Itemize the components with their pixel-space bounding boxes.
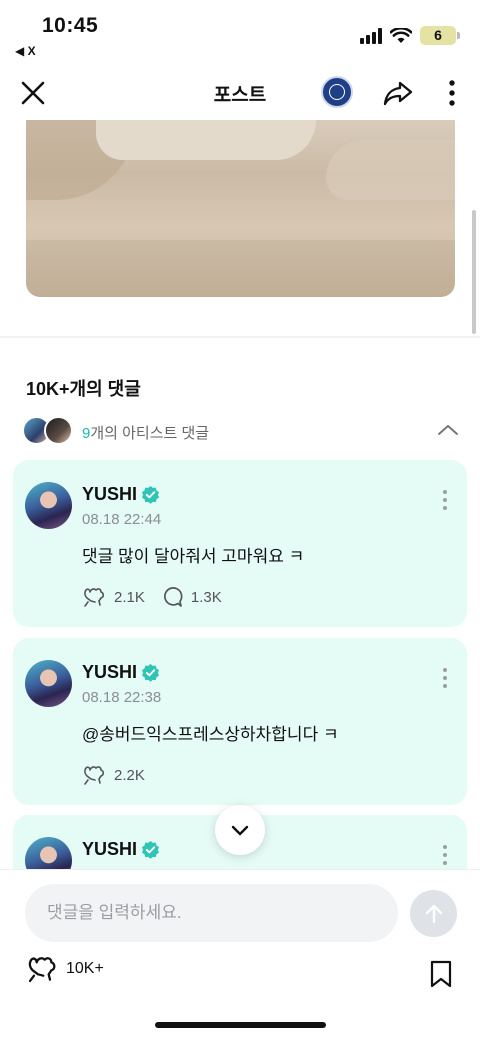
status-icons: 6 [360, 26, 460, 45]
comment-author-name: YUSHI [82, 484, 138, 504]
artist-avatars [22, 416, 76, 446]
verified-badge-icon [141, 840, 160, 859]
comment-date: 08.18 22:38 [82, 689, 162, 706]
cellular-signal-icon [360, 27, 382, 44]
reply-bubble-icon [163, 587, 183, 607]
home-indicator [155, 1022, 326, 1028]
status-time: 10:45 [42, 14, 99, 37]
scroll-down-button[interactable] [215, 805, 265, 855]
avatar[interactable] [25, 660, 72, 707]
comment-composer-bar: 10K+ [0, 869, 480, 1039]
reply-stat[interactable]: 1.3K [161, 586, 222, 608]
wifi-icon [390, 27, 412, 43]
artist-comments-label: 9개의 아티스트 댓글 [82, 422, 209, 443]
comment-author[interactable]: YUSHI [82, 662, 160, 683]
comment-stats: 2.1K 1.3K [82, 586, 222, 608]
comment-author-name: YUSHI [82, 662, 138, 682]
avatar[interactable] [25, 482, 72, 529]
reply-count: 1.3K [190, 588, 222, 606]
chevron-up-icon[interactable] [436, 418, 460, 442]
like-icon [28, 957, 56, 983]
verified-badge-icon [141, 485, 160, 504]
top-navigation: 포스트 [0, 66, 480, 120]
post-like-count: 10K+ [66, 960, 104, 977]
artist-comment-label-text: 개의 아티스트 댓글 [90, 425, 210, 442]
like-icon [84, 588, 105, 607]
comment-input[interactable] [25, 884, 398, 942]
chevron-down-icon [231, 825, 249, 836]
artist-comment-card[interactable]: YUSHI 08.18 22:44 댓글 많이 달아줘서 고마워요 ㅋ 2.1K… [13, 460, 467, 627]
send-button[interactable] [410, 890, 457, 937]
more-vertical-icon[interactable] [439, 843, 451, 867]
share-icon[interactable] [382, 78, 414, 108]
battery-indicator: 6 [420, 26, 460, 45]
post-like-button[interactable]: 10K+ [26, 954, 104, 984]
scrollbar[interactable] [472, 210, 476, 334]
comment-author[interactable]: YUSHI [82, 839, 160, 860]
like-count: 2.1K [114, 588, 145, 606]
comment-date: 08.18 22:44 [82, 511, 162, 528]
more-vertical-icon[interactable] [439, 488, 451, 512]
comment-text: 댓글 많이 달아줘서 고마워요 ㅋ [82, 547, 305, 566]
avatar [44, 416, 73, 445]
post-photo[interactable] [26, 120, 455, 297]
comment-author[interactable]: YUSHI [82, 484, 160, 505]
section-divider [0, 336, 480, 338]
community-badge-icon[interactable] [321, 76, 353, 108]
comments-count-heading: 10K+개의 댓글 [26, 379, 141, 399]
artist-comment-card[interactable]: YUSHI 08.18 22:38 @송버드익스프레스상하차합니다 ㅋ 2.2K [13, 638, 467, 805]
like-stat[interactable]: 2.2K [82, 764, 145, 786]
like-icon [84, 766, 105, 785]
like-stat[interactable]: 2.1K [82, 586, 145, 608]
verified-badge-icon [141, 663, 160, 682]
back-to-app-link[interactable]: ◀ X [15, 44, 36, 58]
bookmark-icon[interactable] [428, 960, 454, 988]
arrow-up-icon [425, 904, 442, 923]
status-bar: 10:45 ◀ X 6 [0, 0, 480, 66]
more-vertical-icon[interactable] [442, 78, 462, 108]
artist-comments-toggle[interactable]: 9개의 아티스트 댓글 [22, 416, 462, 446]
comment-author-name: YUSHI [82, 839, 138, 859]
comment-text: @송버드익스프레스상하차합니다 ㅋ [82, 725, 339, 744]
like-count: 2.2K [114, 766, 145, 784]
comment-stats: 2.2K [82, 764, 145, 786]
more-vertical-icon[interactable] [439, 666, 451, 690]
